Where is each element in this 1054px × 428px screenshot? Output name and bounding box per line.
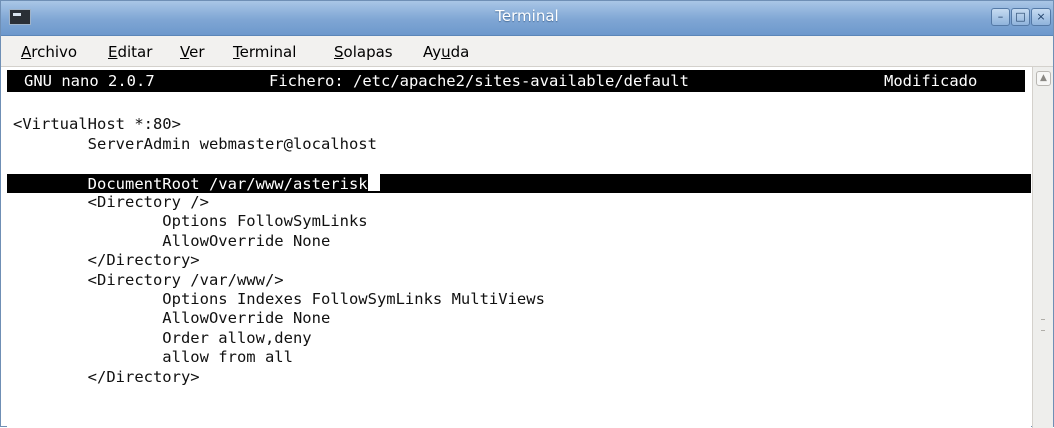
- editor-line[interactable]: Order allow,deny: [13, 329, 311, 348]
- text-cursor: [367, 173, 380, 191]
- close-button[interactable]: ×: [1031, 8, 1051, 26]
- nano-version: GNU nano 2.0.7: [24, 72, 155, 90]
- editor-line[interactable]: </Directory>: [13, 368, 200, 387]
- nano-modified-status: Modificado: [884, 72, 978, 90]
- minimize-button[interactable]: –: [991, 8, 1010, 26]
- menu-ayuda[interactable]: Ayuda: [423, 43, 469, 61]
- vertical-scrollbar[interactable]: ▲: [1032, 67, 1053, 428]
- terminal-window: Terminal – □ × Archivo Editar Ver Termin…: [0, 0, 1054, 428]
- menu-archivo[interactable]: Archivo: [21, 43, 77, 61]
- menu-ver[interactable]: Ver: [180, 43, 205, 61]
- editor-line[interactable]: AllowOverride None: [13, 232, 330, 251]
- nano-status-bar: GNU nano 2.0.7 Fichero: /etc/apache2/sit…: [7, 70, 1025, 92]
- editor-line[interactable]: <VirtualHost *:80>: [13, 115, 181, 134]
- editor-line[interactable]: ServerAdmin webmaster@localhost: [13, 135, 377, 154]
- editor-line[interactable]: Options FollowSymLinks: [13, 212, 367, 231]
- nano-filename: Fichero: /etc/apache2/sites-available/de…: [269, 72, 689, 90]
- editor-line[interactable]: Options Indexes FollowSymLinks MultiView…: [13, 290, 545, 309]
- editor-line[interactable]: AllowOverride None: [13, 309, 330, 328]
- scroll-grip[interactable]: [1041, 319, 1045, 331]
- menu-bar: Archivo Editar Ver Terminal Solapas Ayud…: [1, 36, 1053, 67]
- editor-line[interactable]: allow from all: [13, 348, 293, 367]
- editor-line[interactable]: <Directory />: [13, 193, 209, 212]
- menu-terminal[interactable]: Terminal: [233, 43, 296, 61]
- menu-solapas[interactable]: Solapas: [334, 43, 393, 61]
- maximize-button[interactable]: □: [1011, 8, 1030, 26]
- editor-line[interactable]: <Directory /var/www/>: [13, 271, 284, 290]
- highlighted-line[interactable]: DocumentRoot /var/www/asterisk: [7, 173, 1031, 193]
- title-bar[interactable]: Terminal – □ ×: [1, 1, 1053, 36]
- editor-line[interactable]: </Directory>: [13, 251, 200, 270]
- arrow-up-icon[interactable]: ▲: [1036, 71, 1051, 86]
- menu-editar[interactable]: Editar: [108, 43, 152, 61]
- terminal-content[interactable]: GNU nano 2.0.7 Fichero: /etc/apache2/sit…: [7, 67, 1031, 428]
- window-title: Terminal: [495, 7, 559, 25]
